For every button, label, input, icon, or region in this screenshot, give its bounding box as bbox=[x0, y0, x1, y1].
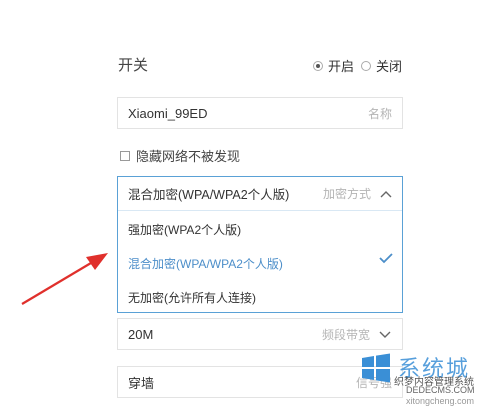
annotation-arrow-icon bbox=[21, 253, 108, 305]
watermark-line2: DEDECMS.COM bbox=[406, 385, 475, 395]
watermark-logo-icon bbox=[362, 353, 390, 383]
